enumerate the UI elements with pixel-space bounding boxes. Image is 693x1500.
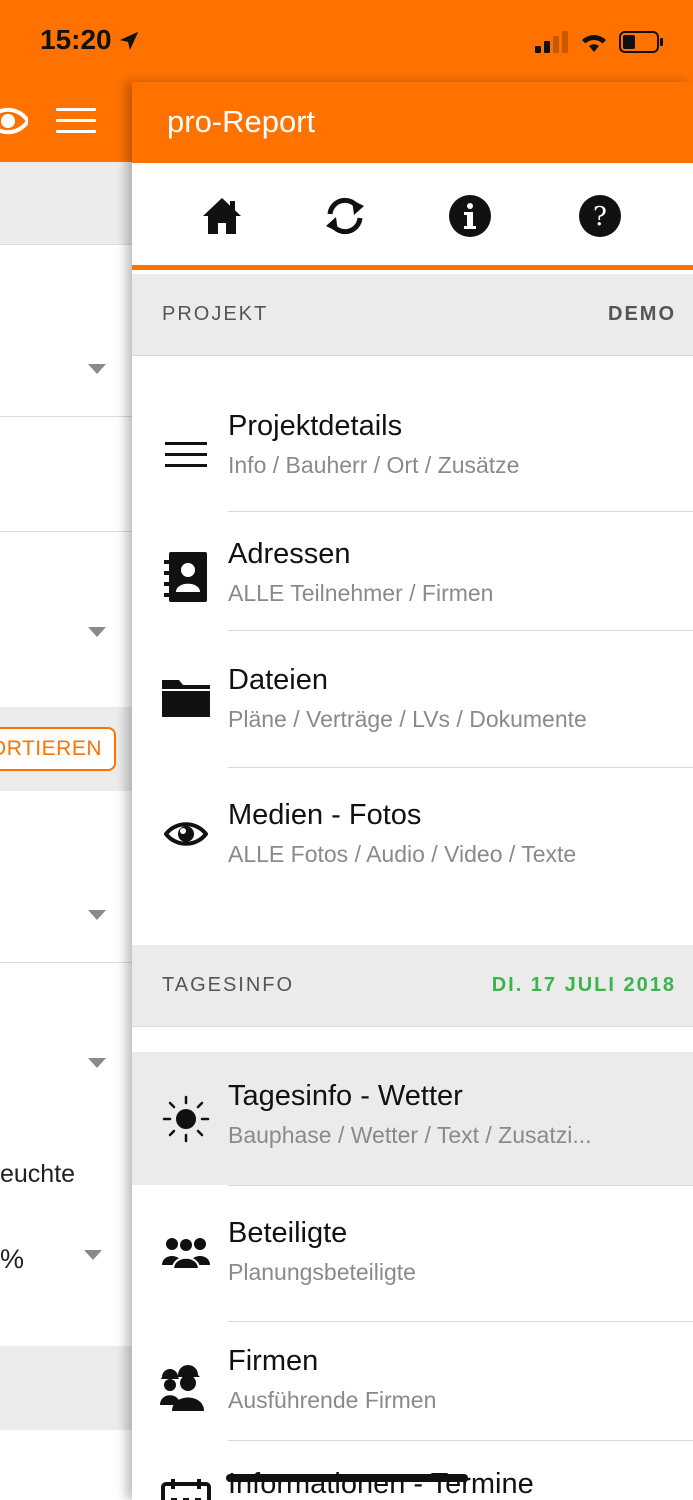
- status-time: 15:20: [40, 24, 112, 55]
- item-subtitle: ALLE Teilnehmer / Firmen: [228, 580, 494, 606]
- item-title: Tagesinfo - Wetter: [228, 1080, 463, 1112]
- status-bar: 15:20: [0, 0, 693, 82]
- background-screen: ORTIEREN euchte %: [0, 82, 132, 1500]
- eye-icon[interactable]: [0, 104, 28, 138]
- item-subtitle: Ausführende Firmen: [228, 1387, 437, 1413]
- divider: [0, 244, 132, 245]
- item-subtitle: Pläne / Verträge / LVs / Dokumente: [228, 706, 587, 732]
- location-arrow-icon: [119, 31, 139, 51]
- item-title: Projektdetails: [228, 410, 403, 442]
- item-title: Medien - Fotos: [228, 799, 422, 831]
- item-subtitle: Planungsbeteiligte: [228, 1259, 416, 1285]
- menu-item-informationen-termine[interactable]: Informationen - Termine: [132, 1442, 693, 1500]
- divider: [0, 962, 132, 963]
- help-icon: ?: [579, 195, 621, 237]
- menu-item-beteiligte[interactable]: Beteiligte Planungsbeteiligte: [132, 1187, 693, 1317]
- import-button[interactable]: ORTIEREN: [0, 727, 116, 771]
- menu-item-dateien[interactable]: Dateien Pläne / Verträge / LVs / Dokumen…: [132, 632, 693, 762]
- home-button[interactable]: [199, 193, 245, 239]
- item-title: Informationen - Termine: [228, 1468, 534, 1500]
- divider: [228, 1185, 693, 1186]
- folder-icon: [160, 632, 212, 762]
- divider: [0, 531, 132, 532]
- address-book-icon: [160, 512, 212, 642]
- menu-item-adressen[interactable]: Adressen ALLE Teilnehmer / Firmen: [132, 512, 693, 642]
- wifi-icon: [582, 35, 606, 52]
- drawer-title: pro-Report: [167, 104, 316, 139]
- navigation-drawer: pro-Report ? PROJEKT DEMO Projektdetails…: [132, 82, 693, 1500]
- home-icon: [203, 198, 241, 234]
- divider: [228, 1440, 693, 1441]
- day-section-header: TAGESINFO DI. 17 JULI 2018: [132, 945, 693, 1027]
- signal-icon: [535, 31, 568, 53]
- item-title: Beteiligte: [228, 1217, 348, 1249]
- info-icon: [449, 195, 491, 237]
- divider: [228, 767, 693, 768]
- workers-icon: [160, 1323, 212, 1453]
- status-icons: [535, 30, 665, 54]
- item-subtitle: ALLE Fotos / Audio / Video / Texte: [228, 841, 577, 867]
- eye-icon: [160, 769, 212, 899]
- partial-value: %: [0, 1244, 25, 1274]
- battery-icon: [619, 31, 663, 53]
- menu-item-firmen[interactable]: Firmen Ausführende Firmen: [132, 1323, 693, 1453]
- sun-icon: [160, 1052, 212, 1185]
- item-subtitle: Bauphase / Wetter / Text / Zusatzi...: [228, 1122, 592, 1148]
- background-header: [0, 82, 132, 162]
- chevron-down-icon[interactable]: [84, 1250, 102, 1260]
- chevron-down-icon[interactable]: [88, 910, 106, 920]
- item-title: Adressen: [228, 538, 351, 570]
- partial-label: euchte: [0, 1160, 76, 1188]
- item-subtitle: Info / Bauherr / Ort / Zusätze: [228, 452, 520, 478]
- chevron-down-icon[interactable]: [88, 364, 106, 374]
- project-name: DEMO: [608, 303, 676, 325]
- background-band: [0, 1346, 132, 1430]
- home-indicator: [226, 1474, 468, 1482]
- info-button[interactable]: [447, 193, 493, 239]
- selected-date[interactable]: DI. 17 JULI 2018: [492, 974, 676, 997]
- project-section-header: PROJEKT DEMO: [132, 274, 693, 356]
- drawer-header: pro-Report: [132, 82, 693, 163]
- participants-icon: [160, 1187, 212, 1317]
- day-section-label: TAGESINFO: [162, 974, 295, 996]
- sync-icon: [326, 197, 364, 235]
- menu-item-tagesinfo-wetter[interactable]: Tagesinfo - Wetter Bauphase / Wetter / T…: [132, 1052, 693, 1185]
- background-band: [0, 162, 132, 244]
- project-section-label: PROJEKT: [162, 303, 269, 325]
- divider: [228, 630, 693, 631]
- chevron-down-icon[interactable]: [88, 627, 106, 637]
- hamburger-menu-icon[interactable]: [56, 108, 96, 136]
- divider: [228, 1321, 693, 1322]
- menu-lines-icon: [160, 390, 212, 520]
- sync-button[interactable]: [322, 193, 368, 239]
- svg-text:?: ?: [593, 202, 607, 232]
- drawer-toolbar: ?: [132, 163, 693, 270]
- menu-item-medien-fotos[interactable]: Medien - Fotos ALLE Fotos / Audio / Vide…: [132, 769, 693, 899]
- divider: [0, 416, 132, 417]
- item-title: Firmen: [228, 1345, 319, 1377]
- item-title: Dateien: [228, 664, 328, 696]
- calendar-icon: [160, 1442, 212, 1500]
- menu-item-projektdetails[interactable]: Projektdetails Info / Bauherr / Ort / Zu…: [132, 390, 693, 520]
- chevron-down-icon[interactable]: [88, 1058, 106, 1068]
- help-button[interactable]: ?: [577, 193, 623, 239]
